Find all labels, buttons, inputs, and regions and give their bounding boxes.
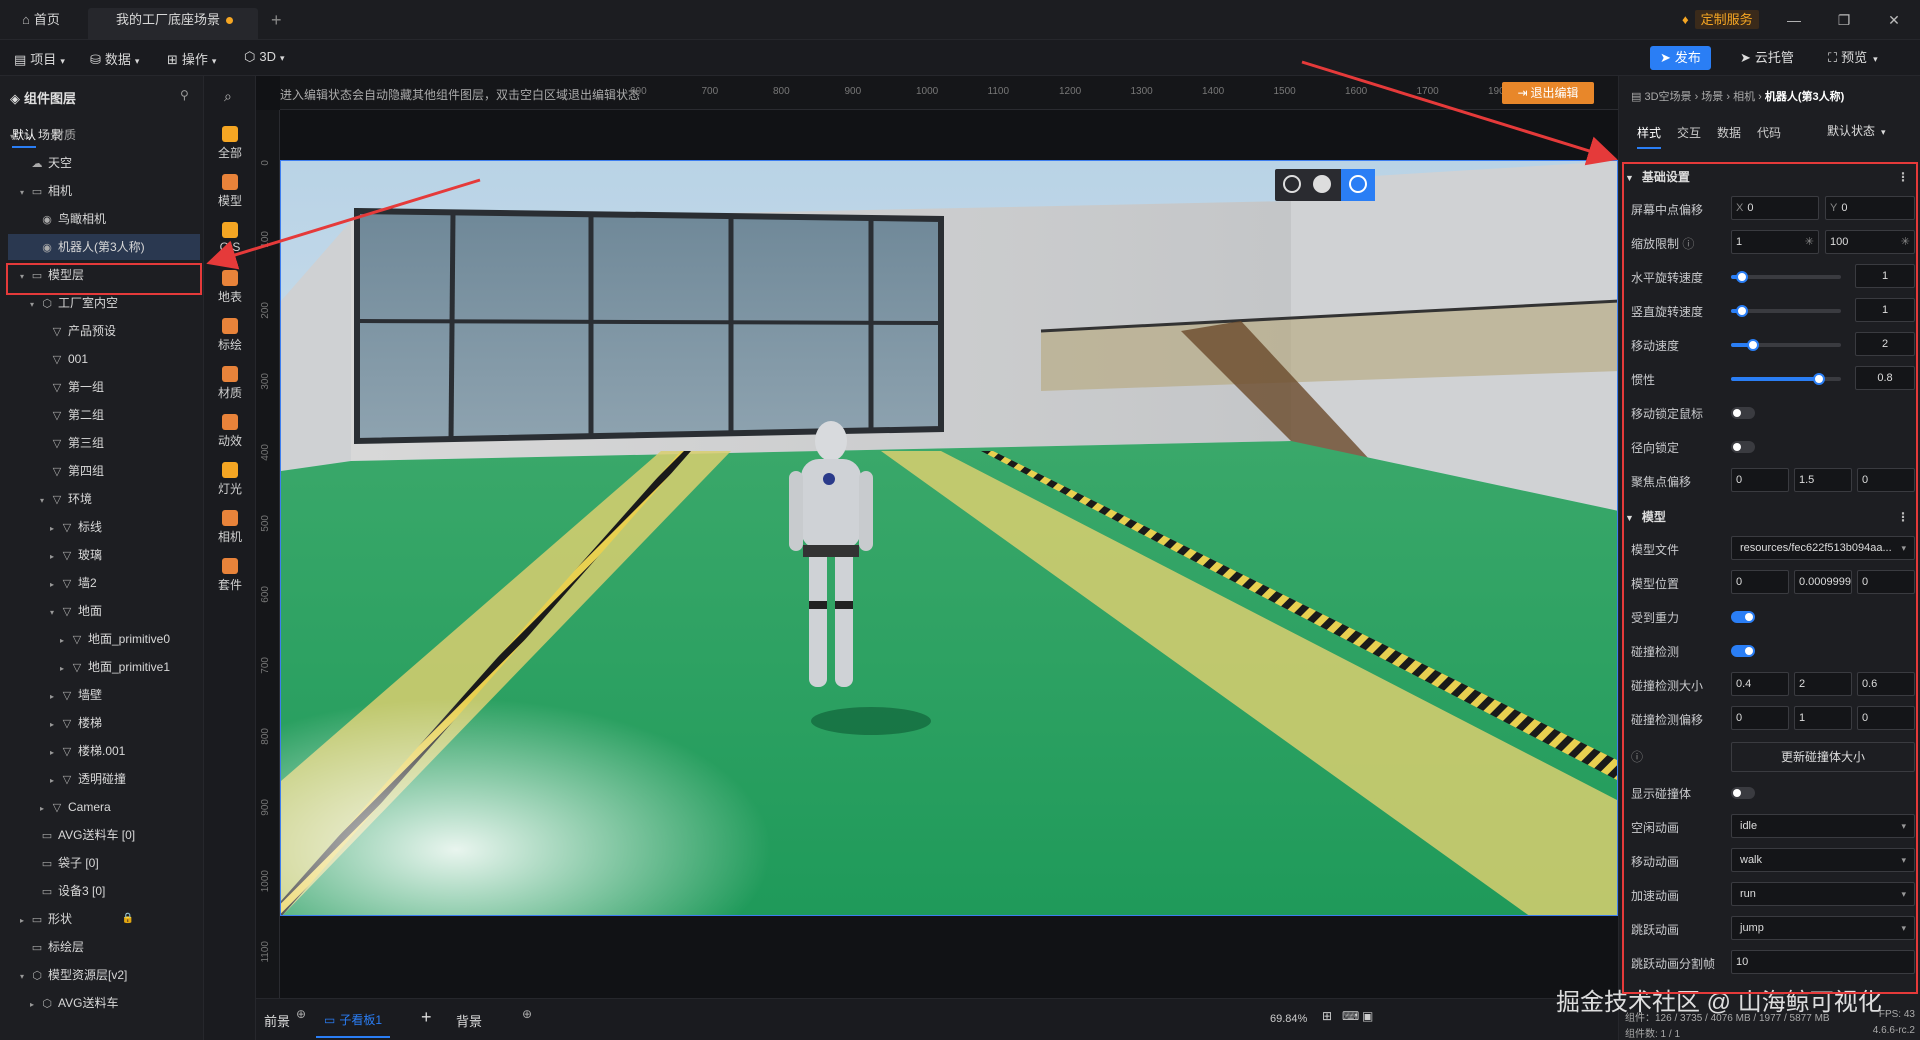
arrow-to-panel: [1301, 60, 1618, 166]
arrow-to-layer: [206, 178, 481, 270]
annotation-arrows: [206, 60, 1618, 270]
editor-app: ⌂ 首页 我的工厂底座场景 + ♦ 定制服务 — ❐ ✕ ▤ 项目 ▾ ⛁ 数据 ▾ ⊞ 操作…: [0, 0, 1920, 1040]
